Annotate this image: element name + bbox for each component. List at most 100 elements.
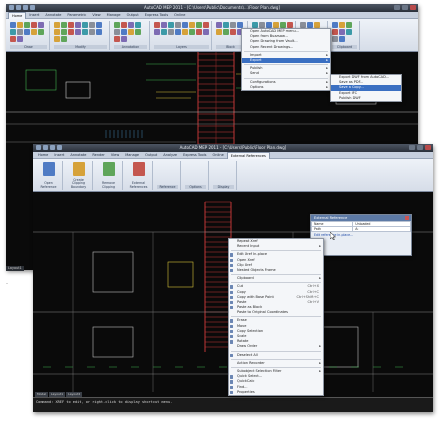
tool-icon[interactable] [135, 22, 141, 28]
tool-icon[interactable] [168, 29, 174, 35]
tab-home[interactable]: Home [35, 152, 51, 158]
tab-insert[interactable]: Insert [26, 12, 42, 18]
tool-icon[interactable] [17, 36, 23, 42]
tab-home[interactable]: Home [8, 11, 27, 19]
tool-icon[interactable] [114, 29, 120, 35]
context-item-draw-order[interactable]: Draw Order ▸ [229, 344, 323, 349]
tab-express-tools[interactable]: Express Tools [180, 152, 209, 158]
tool-icon[interactable] [82, 22, 88, 28]
window-controls-front[interactable] [409, 145, 431, 150]
tool-icon[interactable] [346, 29, 352, 35]
tool-icon[interactable] [154, 22, 160, 28]
tool-icon[interactable] [216, 22, 222, 28]
tool-icon[interactable] [61, 29, 67, 35]
tab-annotate[interactable]: Annotate [67, 152, 89, 158]
tool-icon[interactable] [161, 22, 167, 28]
quick-access-toolbar-front[interactable] [36, 145, 62, 150]
tool-icon[interactable] [161, 29, 167, 35]
tool-icon[interactable] [24, 29, 30, 35]
tab-annotate[interactable]: Annotate [42, 12, 64, 18]
ribbon-button-remove-clipping[interactable]: Remove Clipping [95, 161, 123, 190]
tool-icon[interactable] [135, 29, 141, 35]
tool-icon[interactable] [121, 36, 127, 42]
tool-icon[interactable] [128, 29, 134, 35]
tool-icon[interactable] [154, 29, 160, 35]
tool-icon[interactable] [332, 36, 338, 42]
close-icon[interactable] [410, 5, 416, 10]
tool-icon[interactable] [89, 29, 95, 35]
tool-icon[interactable] [346, 22, 352, 28]
tab-render[interactable]: Render [89, 152, 107, 158]
tool-icon[interactable] [121, 29, 127, 35]
tool-icon[interactable] [196, 22, 202, 28]
tab-online[interactable]: Online [171, 12, 188, 18]
tab-output[interactable]: Output [124, 12, 142, 18]
tool-icon[interactable] [223, 29, 229, 35]
tool-icon[interactable] [203, 29, 209, 35]
tool-icon[interactable] [96, 22, 102, 28]
context-item-clipboard[interactable]: Clipboard ▸ [229, 276, 323, 281]
tool-icon[interactable] [68, 22, 74, 28]
tool-icon[interactable] [332, 29, 338, 35]
file-menu-item-export[interactable]: Export ▸ [242, 57, 330, 64]
window-controls[interactable] [394, 5, 416, 10]
tab-online[interactable]: Online [209, 152, 226, 158]
close-icon[interactable] [405, 216, 409, 220]
context-item-recent-input[interactable]: Recent Input ▸ [229, 244, 323, 249]
ribbon-button-external-references[interactable]: External References [125, 161, 153, 190]
palette-value[interactable]: A: [352, 226, 411, 232]
tool-icon[interactable] [332, 22, 338, 28]
tool-icon[interactable] [17, 29, 23, 35]
tab-output[interactable]: Output [142, 152, 160, 158]
tool-icon[interactable] [54, 29, 60, 35]
file-menu-item-send[interactable]: Send ▸ [242, 71, 330, 76]
tool-icon[interactable] [75, 22, 81, 28]
edit-reference-link[interactable]: Edit reference in-place... [311, 232, 411, 238]
tool-icon[interactable] [114, 22, 120, 28]
tool-icon[interactable] [61, 36, 67, 42]
tool-icon[interactable] [189, 29, 195, 35]
tool-icon[interactable] [75, 29, 81, 35]
tool-icon[interactable] [38, 29, 44, 35]
file-menu-item-options[interactable]: Options ▸ [242, 85, 330, 90]
tool-icon[interactable] [339, 22, 345, 28]
tool-icon[interactable] [31, 22, 37, 28]
tool-icon[interactable] [128, 22, 134, 28]
tab-manage[interactable]: Manage [104, 12, 124, 18]
tool-icon[interactable] [216, 29, 222, 35]
context-item-nested-objects-frame[interactable]: Nested Objects Frame [229, 268, 323, 273]
tool-icon[interactable] [82, 29, 88, 35]
tool-icon[interactable] [339, 29, 345, 35]
tool-icon[interactable] [54, 22, 60, 28]
tab-parametric[interactable]: Parametric [64, 12, 89, 18]
context-item-deselect-all[interactable]: Deselect All [229, 353, 323, 358]
ribbon-button-open-reference[interactable]: Open Reference [35, 161, 63, 190]
tab-analyze[interactable]: Analyze [160, 152, 180, 158]
tool-icon[interactable] [121, 22, 127, 28]
tool-icon[interactable] [31, 29, 37, 35]
tool-icon[interactable] [175, 22, 181, 28]
tab-view[interactable]: View [89, 12, 103, 18]
close-icon[interactable] [425, 145, 431, 150]
tool-icon[interactable] [223, 22, 229, 28]
tool-icon[interactable] [114, 36, 120, 42]
tool-icon[interactable] [17, 22, 23, 28]
tab-external-references[interactable]: External References [226, 151, 270, 159]
tool-icon[interactable] [10, 36, 16, 42]
file-menu-item-open-recent-drawings[interactable]: Open Recent Drawings... [242, 45, 330, 50]
command-line[interactable]: Command: XREF to edit, or right-click to… [33, 397, 433, 412]
tool-icon[interactable] [24, 22, 30, 28]
tool-icon[interactable] [203, 22, 209, 28]
tool-icon[interactable] [230, 29, 236, 35]
tab-insert[interactable]: Insert [51, 152, 67, 158]
tool-icon[interactable] [230, 22, 236, 28]
tool-icon[interactable] [339, 36, 345, 42]
context-item-paste-to-original-coordinates[interactable]: Paste to Original Coordinates [229, 310, 323, 315]
tool-icon[interactable] [54, 36, 60, 42]
tool-icon[interactable] [189, 22, 195, 28]
tool-icon[interactable] [89, 22, 95, 28]
tab-manage[interactable]: Manage [122, 152, 142, 158]
tool-icon[interactable] [182, 29, 188, 35]
tab-view[interactable]: View [108, 152, 122, 158]
ribbon-button-create-clipping-boundary[interactable]: Create Clipping Boundary [65, 161, 93, 190]
